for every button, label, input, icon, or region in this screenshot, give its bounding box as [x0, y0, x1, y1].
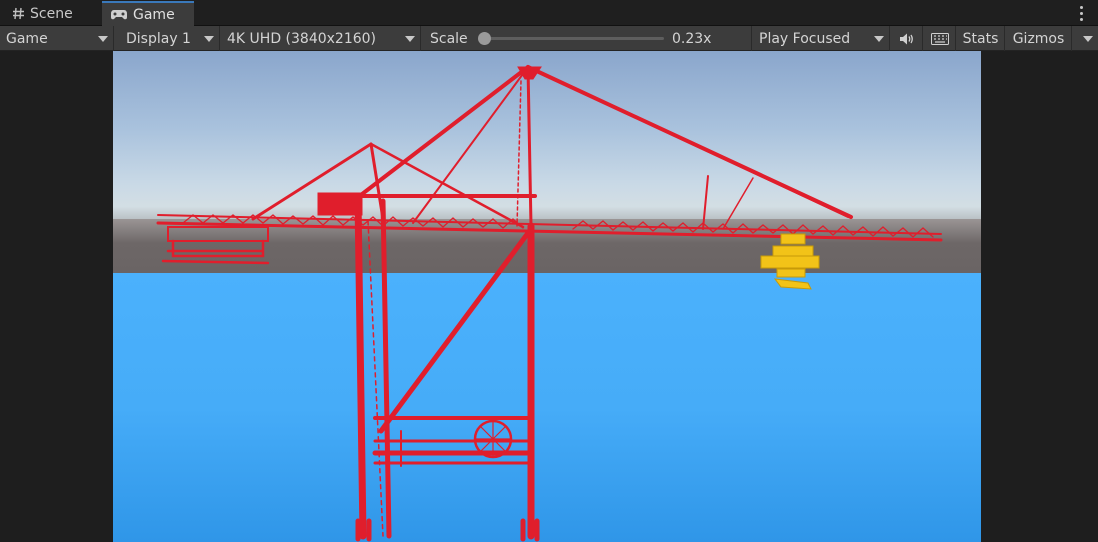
tab-bar: Scene Game [0, 0, 1098, 26]
tab-game[interactable]: Game [102, 1, 194, 26]
gamepad-icon [111, 9, 127, 19]
tab-game-label: Game [133, 6, 175, 23]
scale-value: 0.23x [672, 30, 712, 47]
resolution-dropdown[interactable]: 4K UHD (3840x2160) [221, 26, 421, 51]
scale-slider-track[interactable] [486, 37, 664, 40]
gizmos-label: Gizmos [1012, 30, 1065, 47]
keyboard-icon [930, 32, 949, 45]
scale-label: Scale [430, 30, 468, 47]
view-type-dropdown[interactable]: Game [0, 26, 114, 51]
resolution-label: 4K UHD (3840x2160) [227, 30, 377, 47]
speaker-icon [899, 33, 913, 44]
chevron-down-icon [405, 36, 415, 42]
chevron-down-icon [98, 36, 108, 42]
stats-label: Stats [962, 30, 999, 47]
more-options-icon[interactable] [1076, 4, 1086, 22]
chevron-down-icon [1083, 36, 1093, 42]
tab-scene-label: Scene [30, 5, 73, 22]
scale-slider-thumb[interactable] [478, 32, 491, 45]
spreader-vehicle [760, 233, 820, 290]
stats-button[interactable]: Stats [957, 26, 1005, 51]
hash-icon [13, 7, 24, 20]
gizmos-toggle-button[interactable]: Gizmos [1006, 26, 1072, 51]
game-viewport[interactable] [113, 51, 981, 542]
tab-scene[interactable]: Scene [4, 1, 100, 26]
gizmos-dropdown[interactable] [1073, 26, 1098, 51]
view-type-label: Game [6, 30, 48, 47]
display-dropdown[interactable]: Display 1 [120, 26, 220, 51]
display-label: Display 1 [126, 30, 191, 47]
container-crane-model [156, 65, 943, 542]
play-mode-label: Play Focused [759, 30, 851, 47]
chevron-down-icon [204, 36, 214, 42]
chevron-down-icon [874, 36, 884, 42]
play-mode-dropdown[interactable]: Play Focused [753, 26, 890, 51]
mute-audio-button[interactable] [891, 26, 923, 51]
keyboard-shortcuts-button[interactable] [924, 26, 956, 51]
